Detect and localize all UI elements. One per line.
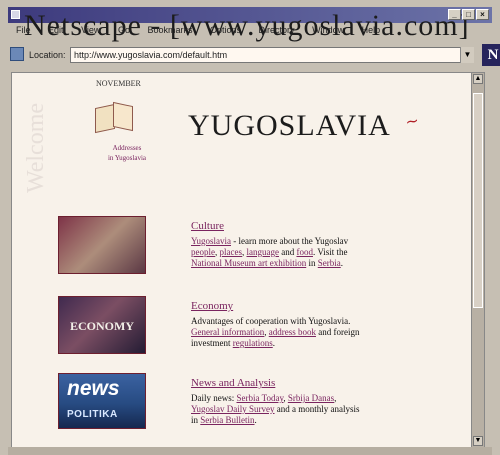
culture-line-1: Yugoslavia - learn more about the Yugosl… <box>191 236 349 246</box>
window-controls: _ □ × <box>448 9 489 20</box>
culture-section: Culture Yugoslavia - learn more about th… <box>191 220 421 269</box>
watermark-text: Welcome <box>23 102 49 193</box>
menu-help[interactable]: Help <box>362 25 381 35</box>
scroll-up-icon[interactable]: ▲ <box>473 74 483 84</box>
page-content: Welcome NOVEMBER Addresses in Yugoslavia… <box>11 72 485 448</box>
location-label: Location: <box>29 50 66 60</box>
netscape-logo: N <box>482 44 500 66</box>
news-image-label: news <box>67 377 120 400</box>
culture-heading[interactable]: Culture <box>191 220 421 232</box>
news-line-2: Yugoslav Daily Survey and a monthly anal… <box>191 404 360 414</box>
economy-line-1: Advantages of cooperation with Yugoslavi… <box>191 316 351 326</box>
menu-options[interactable]: Options <box>210 25 241 35</box>
culture-line-3: National Museum art exhibition in Serbia… <box>191 258 343 268</box>
menu-view[interactable]: View <box>81 25 100 35</box>
minimize-button[interactable]: _ <box>448 9 461 20</box>
menu-directory[interactable]: Directory <box>259 25 295 35</box>
vertical-scrollbar[interactable]: ▲ ▼ <box>471 73 484 447</box>
scroll-down-icon[interactable]: ▼ <box>473 436 483 446</box>
header-small: NOVEMBER <box>96 79 141 88</box>
maximize-button[interactable]: □ <box>462 9 475 20</box>
menu-edit[interactable]: Edit <box>48 25 64 35</box>
economy-line-3: investment regulations. <box>191 338 275 348</box>
menu-bookmarks[interactable]: Bookmarks <box>147 25 192 35</box>
location-bar: Location: http://www.yugoslavia.com/defa… <box>8 44 500 68</box>
news-heading[interactable]: News and Analysis <box>191 377 421 389</box>
economy-line-2: General information, address book and fo… <box>191 327 360 337</box>
culture-line-2: people, places, language and food. Visit… <box>191 247 348 257</box>
news-section: News and Analysis Daily news: Serbia Tod… <box>191 377 421 426</box>
browser-window: Netscape - [www.yugoslavia.com] _ □ × Fi… <box>0 0 500 455</box>
title-bar: Netscape - [www.yugoslavia.com] _ □ × <box>8 7 492 42</box>
menu-window[interactable]: Window <box>312 25 344 35</box>
close-button[interactable]: × <box>476 9 489 20</box>
economy-heading[interactable]: Economy <box>191 300 421 312</box>
swirl-icon: ~ <box>403 110 421 132</box>
menu-file[interactable]: File <box>16 25 31 35</box>
menu-bar: File Edit View Go Bookmarks Options Dire… <box>8 25 492 38</box>
addresses-link[interactable]: Addresses in Yugoslavia <box>98 143 156 163</box>
browser-icon <box>11 10 20 19</box>
scroll-thumb[interactable] <box>473 93 483 308</box>
economy-section: Economy Advantages of cooperation with Y… <box>191 300 421 349</box>
page-title: YUGOSLAVIA <box>188 109 391 142</box>
menu-go[interactable]: Go <box>118 25 130 35</box>
status-bar <box>8 447 492 455</box>
chevron-down-icon[interactable]: ▼ <box>460 47 474 63</box>
economy-image[interactable]: ECONOMY <box>58 296 146 354</box>
news-image-sub: POLITIKA <box>67 409 118 420</box>
page-icon <box>10 47 24 61</box>
culture-image[interactable] <box>58 216 146 274</box>
news-line-1: Daily news: Serbia Today, Srbija Danas, <box>191 393 337 403</box>
book-icon <box>93 96 135 134</box>
news-image[interactable]: news POLITIKA <box>58 373 146 429</box>
location-input[interactable]: http://www.yugoslavia.com/default.htm <box>70 47 474 63</box>
news-line-3: in Serbia Bulletin. <box>191 415 257 425</box>
